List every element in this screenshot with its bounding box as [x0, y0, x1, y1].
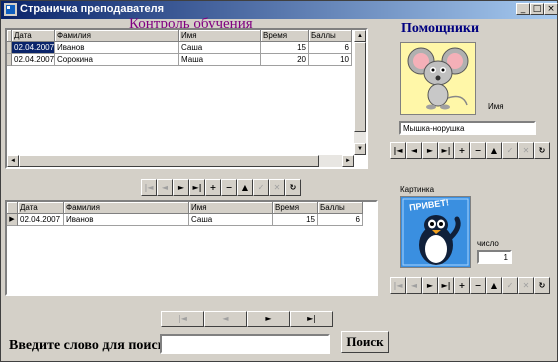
- search-input[interactable]: [160, 334, 330, 354]
- nav-first-button[interactable]: |◄: [141, 179, 157, 196]
- cell-score[interactable]: 6: [309, 42, 352, 54]
- main-navigator: |◄ ◄ ► ►| + − ▲ ✓ ✕ ↻: [141, 179, 301, 196]
- nav-last-button[interactable]: ►|: [438, 277, 454, 294]
- nav-cancel-button[interactable]: ✕: [518, 142, 534, 159]
- search-button[interactable]: Поиск: [341, 331, 389, 353]
- picture-label: Картинка: [400, 185, 435, 194]
- app-window: Страничка преподавателя _ □ × Контроль о…: [0, 0, 558, 362]
- helper-name-field[interactable]: Мышка-норушка: [399, 121, 536, 135]
- close-button[interactable]: ×: [544, 3, 558, 15]
- nav-prior-button[interactable]: ◄: [406, 142, 422, 159]
- nav-first-button[interactable]: |◄: [390, 142, 406, 159]
- scroll-thumb[interactable]: [354, 42, 366, 132]
- search-navigator: |◄ ◄ ► ►|: [161, 311, 333, 327]
- horizontal-scrollbar[interactable]: ◄ ►: [7, 155, 354, 167]
- column-header-surname[interactable]: Фамилия: [64, 202, 189, 214]
- column-header-time[interactable]: Время: [261, 30, 309, 42]
- nav-insert-button[interactable]: +: [205, 179, 221, 196]
- maximize-button[interactable]: □: [530, 3, 544, 15]
- nav-delete-button[interactable]: −: [470, 142, 486, 159]
- search-label: Введите слово для поиска: [9, 338, 173, 353]
- cell-surname[interactable]: Иванов: [64, 214, 189, 226]
- cell-date[interactable]: 02.04.2007: [12, 54, 55, 66]
- cell-time[interactable]: 15: [261, 42, 309, 54]
- scroll-up-icon[interactable]: ▲: [354, 30, 366, 42]
- column-header-time[interactable]: Время: [273, 202, 318, 214]
- nav-cancel-button[interactable]: ✕: [518, 277, 534, 294]
- nav-post-button[interactable]: ✓: [253, 179, 269, 196]
- nav-post-button[interactable]: ✓: [502, 277, 518, 294]
- scroll-left-icon[interactable]: ◄: [7, 155, 19, 167]
- nav-insert-button[interactable]: +: [454, 277, 470, 294]
- nav-last-button[interactable]: ►|: [438, 142, 454, 159]
- nav-last-button[interactable]: ►|: [189, 179, 205, 196]
- bottom-data-grid[interactable]: Дата Фамилия Имя Время Баллы ▶ 02.04.200…: [5, 200, 378, 296]
- number-label: число: [477, 239, 499, 248]
- search-first-button[interactable]: |◄: [161, 311, 204, 327]
- nav-refresh-button[interactable]: ↻: [285, 179, 301, 196]
- search-prior-button[interactable]: ◄: [204, 311, 247, 327]
- cell-time[interactable]: 15: [273, 214, 318, 226]
- mouse-icon: [401, 43, 475, 114]
- mouse-picture: [400, 42, 476, 115]
- nav-edit-button[interactable]: ▲: [486, 142, 502, 159]
- app-icon: [4, 3, 17, 16]
- name-label: Имя: [488, 102, 504, 111]
- window-title: Страничка преподавателя: [20, 3, 165, 15]
- column-header-date[interactable]: Дата: [18, 202, 64, 214]
- current-row-indicator-icon: ▶: [7, 214, 18, 226]
- cell-name[interactable]: Маша: [179, 54, 261, 66]
- scroll-right-icon[interactable]: ►: [342, 155, 354, 167]
- penguin-picture: ПРИВЕТ!: [400, 196, 471, 268]
- nav-refresh-button[interactable]: ↻: [534, 277, 550, 294]
- title-bar[interactable]: Страничка преподавателя _ □ ×: [1, 1, 558, 19]
- cell-score[interactable]: 10: [309, 54, 352, 66]
- cell-surname[interactable]: Сорокина: [55, 54, 179, 66]
- vertical-scrollbar[interactable]: ▲ ▼: [354, 30, 366, 155]
- search-next-button[interactable]: ►: [247, 311, 290, 327]
- nav-next-button[interactable]: ►: [422, 277, 438, 294]
- column-header-score[interactable]: Баллы: [309, 30, 352, 42]
- column-header-score[interactable]: Баллы: [318, 202, 363, 214]
- cell-time[interactable]: 20: [261, 54, 309, 66]
- search-last-button[interactable]: ►|: [290, 311, 333, 327]
- column-header-name[interactable]: Имя: [179, 30, 261, 42]
- nav-edit-button[interactable]: ▲: [486, 277, 502, 294]
- cell-name[interactable]: Саша: [189, 214, 273, 226]
- nav-cancel-button[interactable]: ✕: [269, 179, 285, 196]
- nav-prior-button[interactable]: ◄: [157, 179, 173, 196]
- nav-next-button[interactable]: ►: [173, 179, 189, 196]
- column-header-name[interactable]: Имя: [189, 202, 273, 214]
- nav-post-button[interactable]: ✓: [502, 142, 518, 159]
- nav-edit-button[interactable]: ▲: [237, 179, 253, 196]
- cell-surname[interactable]: Иванов: [55, 42, 179, 54]
- cell-score[interactable]: 6: [318, 214, 363, 226]
- cell-date[interactable]: 02.04.2007: [18, 214, 64, 226]
- nav-refresh-button[interactable]: ↻: [534, 142, 550, 159]
- scroll-down-icon[interactable]: ▼: [354, 143, 366, 155]
- number-field[interactable]: 1: [477, 250, 512, 264]
- nav-delete-button[interactable]: −: [221, 179, 237, 196]
- cell-date[interactable]: 02.04.2007: [12, 42, 55, 54]
- helpers-navigator: |◄ ◄ ► ►| + − ▲ ✓ ✕ ↻: [390, 142, 550, 159]
- nav-insert-button[interactable]: +: [454, 142, 470, 159]
- picture-navigator: |◄ ◄ ► ►| + − ▲ ✓ ✕ ↻: [390, 277, 550, 294]
- nav-first-button[interactable]: |◄: [390, 277, 406, 294]
- top-data-grid[interactable]: Дата Фамилия Имя Время Баллы 02.04.2007 …: [5, 28, 368, 169]
- column-header-surname[interactable]: Фамилия: [55, 30, 179, 42]
- cell-name[interactable]: Саша: [179, 42, 261, 54]
- nav-prior-button[interactable]: ◄: [406, 277, 422, 294]
- nav-delete-button[interactable]: −: [470, 277, 486, 294]
- helpers-title: Помощники: [401, 21, 480, 36]
- scroll-thumb[interactable]: [19, 155, 319, 167]
- minimize-button[interactable]: _: [516, 3, 530, 15]
- row-indicator-header: [7, 202, 18, 214]
- column-header-date[interactable]: Дата: [12, 30, 55, 42]
- nav-next-button[interactable]: ►: [422, 142, 438, 159]
